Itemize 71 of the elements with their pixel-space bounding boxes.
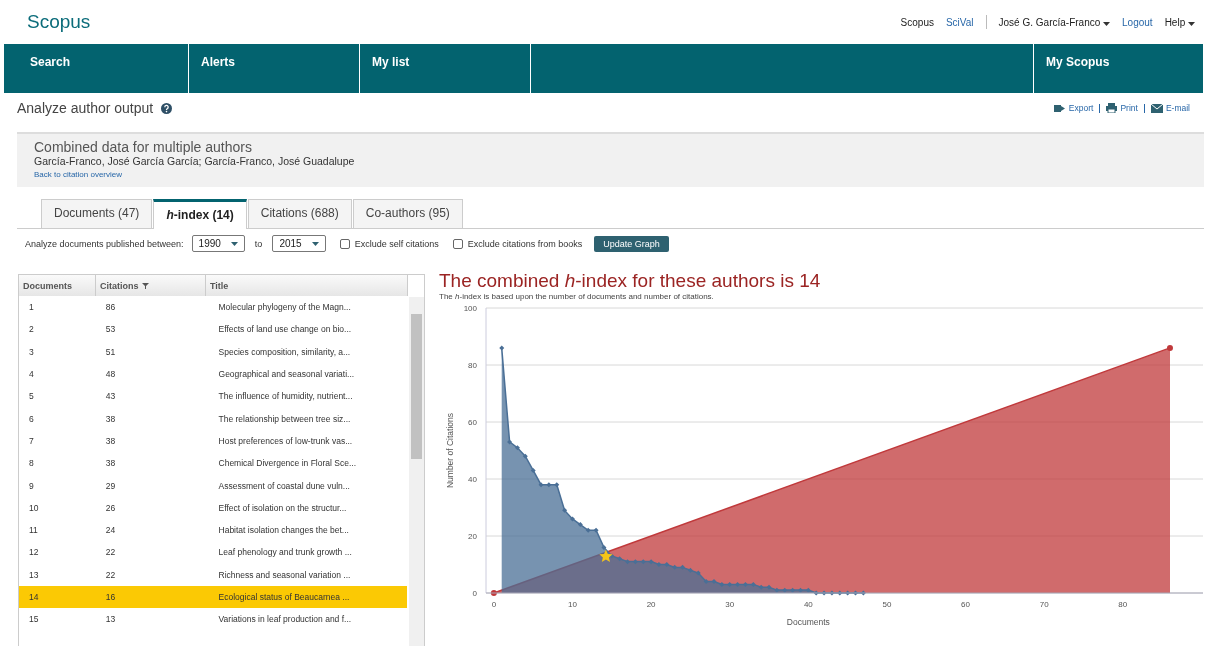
- table-cell-text: Variations in leaf production and f...: [217, 614, 353, 625]
- table-cell-text: 29: [104, 480, 117, 491]
- y-tick-label: 20: [468, 532, 477, 541]
- table-cell-text: The relationship between tree siz...: [217, 413, 352, 424]
- filter-label: Analyze documents published between:: [25, 238, 184, 249]
- x-tick-label: 30: [725, 600, 735, 609]
- table-cell-text: 38: [104, 435, 117, 446]
- table-cell-text: The influence of humidity, nutrient...: [217, 391, 354, 402]
- table-cell-text: 43: [104, 391, 117, 402]
- table-cell-text: 38: [104, 413, 117, 424]
- table-cell-text: Habitat isolation changes the bet...: [217, 525, 350, 536]
- table-cell-text: Assessment of coastal dune vuln...: [217, 480, 351, 491]
- table-cell-text: Geographical and seasonal variati...: [217, 369, 356, 380]
- x-tick-label: 0: [491, 600, 497, 609]
- x-tick-label: 70: [1039, 600, 1049, 609]
- page-title: Analyze author output: [17, 100, 154, 116]
- table-cell-text: Effect of isolation on the structur...: [217, 502, 348, 513]
- table-cell-text: 4: [28, 369, 35, 380]
- table-cell-text: Effects of land use change on bio...: [217, 324, 353, 335]
- table-cell-text: Host preferences of low-trunk vas...: [217, 435, 354, 446]
- table-cell-text: Species composition, similarity, a...: [217, 346, 352, 357]
- x-axis-title: Documents: [786, 617, 830, 627]
- checkbox-label: Exclude citations from books: [467, 238, 583, 249]
- table-cell-text: 14: [28, 592, 40, 602]
- x-tick-label: 40: [803, 600, 813, 609]
- to-label: to: [254, 238, 263, 249]
- table-cell-text: 22: [104, 569, 117, 580]
- panel-heading: Combined data for multiple authors: [34, 139, 253, 155]
- table-cell-text: 86: [104, 302, 117, 313]
- table-cell-text: 9: [28, 480, 35, 491]
- table-cell-text: 6: [28, 413, 35, 424]
- table-cell-text: Leaf phenology and trunk growth ...: [217, 547, 353, 558]
- table-cell-text: Chemical Divergence in Floral Sce...: [217, 458, 357, 469]
- author-names: García-Franco, José García García; García-Franco, José Guadalupe: [34, 155, 356, 167]
- table-cell-text: 7: [28, 435, 35, 446]
- x-tick-label: 10: [568, 600, 577, 609]
- y-tick-label: 0: [472, 589, 477, 598]
- y-tick-label: 40: [468, 475, 477, 484]
- table-cell-text: 15: [28, 614, 40, 625]
- table-cell-text: 53: [104, 324, 117, 335]
- table-cell-text: 3: [28, 346, 35, 357]
- table-cell-text: 51: [104, 346, 117, 357]
- y-tick-label: 60: [468, 418, 477, 427]
- table-cell-text: 22: [104, 547, 117, 558]
- x-tick-label: 50: [882, 600, 892, 609]
- table-cell-text: Ecological status of Beaucarnea ...: [217, 592, 351, 602]
- x-tick-label: 60: [961, 600, 971, 609]
- table-cell-text: 12: [28, 547, 40, 558]
- table-cell-text: 48: [104, 369, 117, 380]
- table-cell-text: Richness and seasonal variation ...: [217, 569, 352, 580]
- table-cell-text: 38: [104, 458, 117, 469]
- y-axis-title: Number of Citations: [445, 412, 455, 489]
- table-cell-text: 24: [104, 525, 117, 536]
- checkbox-label: Exclude self citations: [354, 238, 439, 249]
- x-tick-label: 80: [1118, 600, 1128, 609]
- table-cell-text: Molecular phylogeny of the Magn...: [217, 302, 352, 313]
- table-cell-text: 16: [104, 592, 117, 602]
- x-tick-label: 20: [646, 600, 656, 609]
- chart-subtitle: The h-index is based upon the number of documents and number of citations.: [439, 292, 715, 301]
- y-tick-label: 100: [463, 304, 477, 313]
- table-cell-text: 13: [104, 614, 117, 625]
- table-cell-text: 1: [28, 302, 35, 313]
- table-cell-text: 2: [28, 324, 35, 335]
- table-cell-text: 13: [28, 569, 40, 580]
- table-cell-text: 8: [28, 458, 35, 469]
- y-tick-label: 80: [468, 361, 477, 370]
- chart-title: The combined h-index for these authors is 14: [439, 270, 822, 292]
- table-cell-text: 10: [28, 502, 40, 513]
- table-cell-text: 26: [104, 502, 117, 513]
- table-cell-text: 11: [28, 525, 39, 536]
- table-cell-text: 5: [28, 391, 35, 402]
